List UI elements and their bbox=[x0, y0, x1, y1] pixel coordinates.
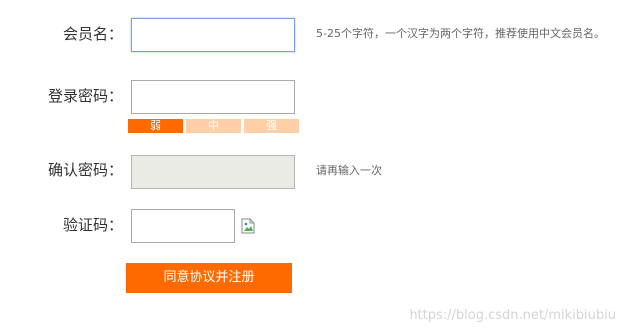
broken-image-icon[interactable] bbox=[241, 218, 255, 234]
confirm-password-input[interactable] bbox=[131, 155, 295, 189]
confirm-password-label: 确认密码： bbox=[47, 161, 123, 179]
password-label: 登录密码： bbox=[47, 87, 123, 105]
strength-medium: 中 bbox=[186, 119, 241, 133]
username-hint: 5-25个字符，一个汉字为两个字符，推荐使用中文会员名。 bbox=[316, 27, 605, 40]
password-strength-meter: 弱 中 强 bbox=[128, 119, 302, 133]
strength-strong: 强 bbox=[244, 119, 299, 133]
password-input[interactable] bbox=[131, 80, 295, 114]
strength-weak: 弱 bbox=[128, 119, 183, 133]
watermark-text: https://blog.csdn.net/mikibiubiu bbox=[409, 308, 616, 323]
agree-and-register-button[interactable]: 同意协议并注册 bbox=[126, 263, 292, 293]
captcha-label: 验证码： bbox=[62, 216, 123, 234]
confirm-password-hint: 请再输入一次 bbox=[316, 164, 382, 177]
username-input[interactable] bbox=[131, 18, 295, 52]
username-label: 会员名： bbox=[62, 25, 123, 43]
captcha-input[interactable] bbox=[131, 209, 235, 243]
